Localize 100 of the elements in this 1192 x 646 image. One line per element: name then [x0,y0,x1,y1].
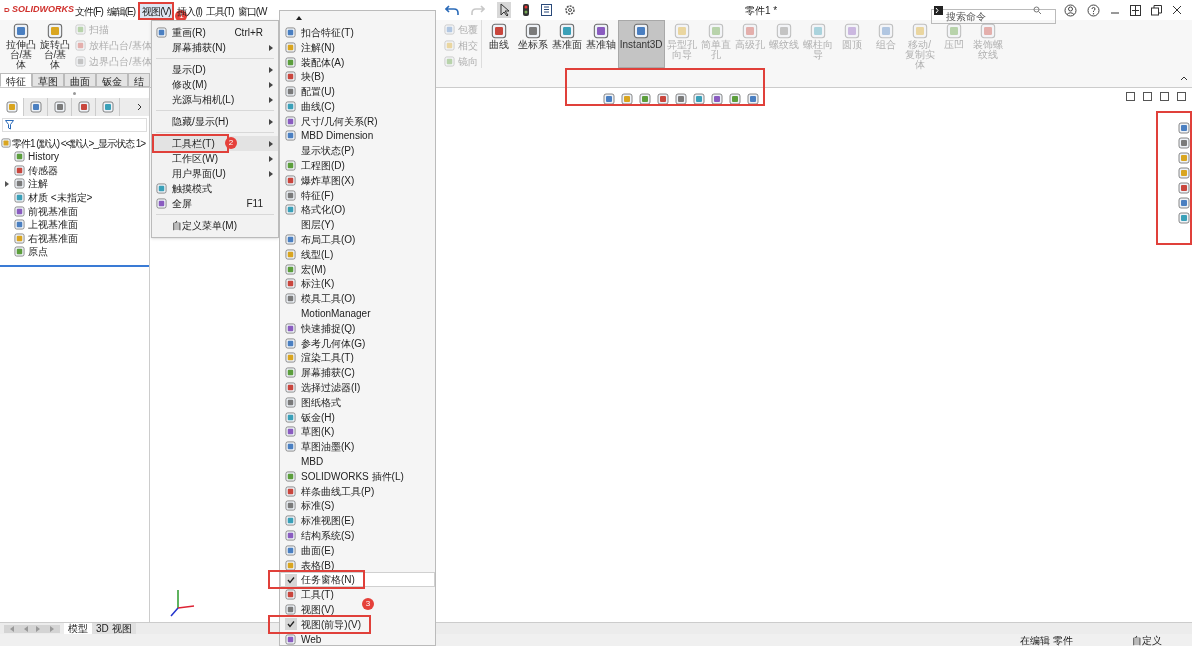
tree-row[interactable]: History [0,150,149,164]
settings-icon[interactable] [564,4,576,16]
menu-item[interactable]: 曲面(E) [280,542,341,558]
menu-bar-item[interactable]: 视图(V) [138,2,175,20]
menu-item[interactable]: 扣合特征(T) [280,25,360,40]
menu-item[interactable]: 渲染工具(T) [280,350,360,366]
menu-item[interactable]: 视图(前导)(V) [268,614,371,634]
tree-row[interactable]: 注解 [0,177,149,191]
tree-row[interactable]: 上视基准面 [0,217,149,232]
menu-item[interactable]: 光源与相机(L) [152,92,239,107]
menu-item[interactable]: 用户界面(U) [152,166,230,181]
tree-row[interactable]: 前视基准面 [0,204,149,218]
menu-item[interactable]: 宏(M) [280,261,332,277]
menu-bar-item[interactable]: 窗口(W [236,2,268,21]
traffic-light-icon[interactable] [523,4,529,16]
menu-item[interactable]: SOLIDWORKS 插件(L) [280,468,410,484]
menu-item[interactable]: 钣金(H) [280,409,341,425]
menu-item[interactable]: 标注(K) [280,276,341,292]
menu-item[interactable]: 工程图(D) [280,158,351,173]
menu-item[interactable]: 图层(Y) [280,217,341,233]
command-tab[interactable]: 草图 [32,73,64,87]
tree-item[interactable]: 材质 <未指定> [28,190,93,206]
document-icon[interactable] [541,4,552,16]
command-tab[interactable]: 钣金 [96,73,128,87]
menu-item[interactable]: 草图(K) [280,424,341,440]
tree-row[interactable]: 传感器 [0,163,149,178]
tree-item[interactable]: 原点 [28,244,48,260]
menu-item[interactable]: 触摸模式 [152,181,216,196]
command-tab[interactable]: 曲面 [64,73,96,87]
model-tab[interactable]: 模型 [64,622,92,635]
menu-item[interactable]: 模具工具(O) [280,291,362,307]
menu-item[interactable]: 注解(N) [280,39,341,55]
menu-item[interactable]: 快速捕捉(Q) [280,320,362,336]
menu-item[interactable]: 修改(M) [152,77,211,92]
menu-item[interactable]: 结构系统(S) [280,528,361,543]
menu-item[interactable]: 尺寸/几何关系(R) [280,113,384,129]
menu-item[interactable]: 线型(L) [280,246,340,262]
menu-item[interactable]: 装配体(A) [280,54,351,70]
ribbon-button[interactable]: 基准轴 [583,20,618,68]
menu-item[interactable]: 格式化(O) [280,202,352,218]
collapse-icon[interactable] [1180,75,1188,81]
menu-item[interactable]: 爆炸草图(X) [280,172,361,188]
tree-item[interactable]: 注解 [28,176,48,192]
menu-item[interactable]: 工具(T) [280,587,340,603]
help-icon[interactable] [1087,3,1100,17]
tree-item[interactable]: 前视基准面 [28,203,78,219]
command-tab[interactable]: 特征 [0,73,32,87]
menu-item[interactable]: 重画(R) [152,25,210,40]
ribbon-button[interactable]: 基准面 [549,20,584,68]
undo-icon[interactable] [445,4,459,16]
search-field[interactable]: 搜索命令 [931,8,1056,24]
menu-item[interactable]: 特征(F) [280,187,340,203]
menu-item[interactable]: 参考几何体(G) [280,335,372,351]
menu-item[interactable]: MBD Dimension [280,128,380,144]
ribbon-button[interactable]: Instant3D [617,20,665,68]
menu-item[interactable]: 全屏 [152,196,196,211]
menu-item[interactable]: 选择过滤器(I) [280,380,367,395]
close-icon[interactable] [1172,5,1182,15]
model-tab[interactable]: 3D 视图 [92,622,136,635]
tree-row[interactable]: 原点 [0,245,149,259]
menu-item[interactable]: 布局工具(O) [280,232,362,247]
tree-item[interactable]: History [28,149,60,165]
menu-item[interactable]: 任务窗格(N) [268,570,365,590]
command-tab[interactable]: 结 [128,73,150,87]
menu-item[interactable]: 配置(U) [280,84,341,99]
menu-item[interactable]: MBD [280,454,330,469]
tree-item[interactable]: 传感器 [28,162,58,178]
tree-row[interactable]: 材质 <未指定> [0,190,149,205]
menu-item[interactable]: Web [280,631,328,646]
tree-item[interactable]: 右视基准面 [28,230,78,246]
menu-item[interactable]: 隐藏/显示(H) [152,114,233,129]
chevron-right-icon[interactable] [137,103,143,111]
ribbon-button[interactable]: 坐标系 [515,20,550,68]
menu-item[interactable]: 曲线(C) [280,99,341,114]
menu-item[interactable]: 显示(D) [152,62,210,77]
expand-icon[interactable] [5,181,9,187]
cursor-icon[interactable] [497,2,511,18]
tree-item[interactable]: 上视基准面 [28,217,78,233]
user-icon[interactable] [1064,3,1077,17]
menu-item[interactable]: 标准(S) [280,498,341,514]
restore-icon[interactable] [1151,4,1162,16]
menu-item[interactable]: 样条曲线工具(P) [280,483,381,499]
units-button[interactable]: 自定义 [1132,632,1192,646]
menu-item[interactable]: 视图(V) [280,602,341,617]
menu-item[interactable]: 屏幕捕获(N) [152,40,230,55]
ribbon-button[interactable]: 旋转凸台/基体 [38,20,72,68]
menu-bar-item[interactable]: 编辑(E) [105,2,137,21]
menu-item[interactable]: 屏幕捕获(C) [280,365,361,381]
menu-item[interactable]: MotionManager [280,306,377,321]
menu-item[interactable]: 自定义菜单(M) [152,218,241,233]
menu-item[interactable]: 显示状态(P) [280,143,361,159]
menu-item[interactable]: 块(B) [280,69,331,85]
ribbon-button[interactable]: 曲线 [481,20,516,68]
tile-icon[interactable] [1130,4,1141,16]
tree-root[interactable]: 零件1 (默认) <<默认>_显示状态 1> [12,135,146,151]
menu-bar-item[interactable]: 工具(T) [204,2,235,21]
handle-icon[interactable] [73,91,76,95]
menu-item[interactable]: 工具栏(T) [152,134,229,153]
menu-item[interactable]: 工作区(W) [152,151,223,166]
menu-bar-item[interactable]: 文件(F) [74,2,104,21]
